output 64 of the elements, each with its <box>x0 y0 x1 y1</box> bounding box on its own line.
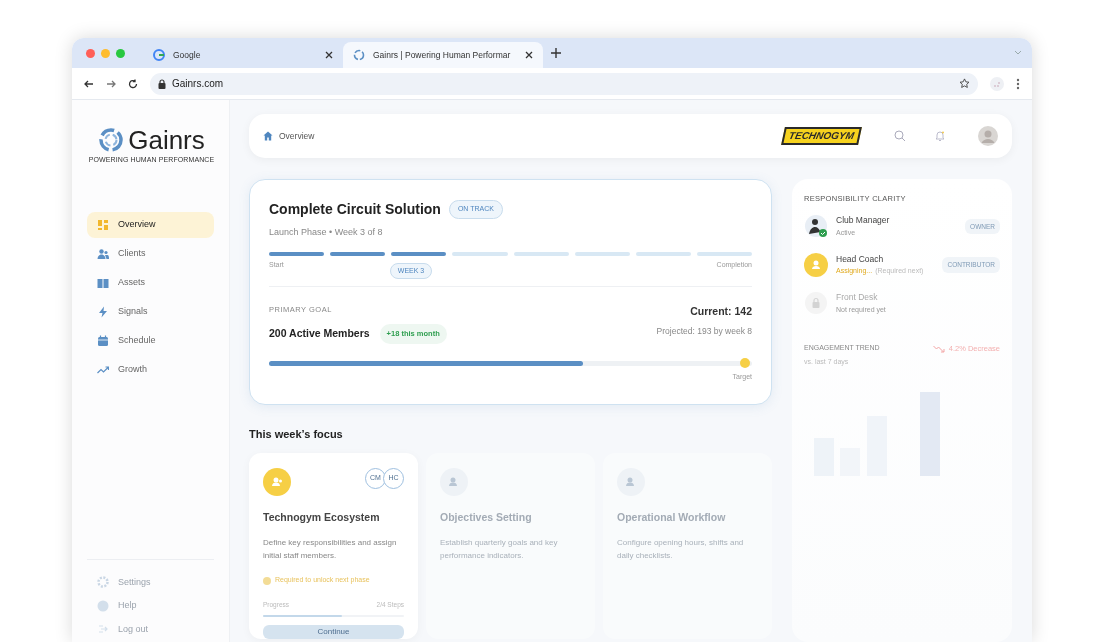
trend-up-icon <box>97 363 109 376</box>
search-icon[interactable] <box>894 130 906 142</box>
lightning-icon <box>97 305 109 318</box>
browser-tab[interactable]: Google <box>143 42 343 68</box>
globe-icon <box>153 49 165 61</box>
avatar-icon[interactable] <box>978 126 998 146</box>
projected-text: Projected: 193 by week 8 <box>656 324 752 338</box>
role-name: Front Desk <box>836 290 879 304</box>
target-marker <box>740 357 750 368</box>
goal-text: 200 Active Members <box>269 326 370 341</box>
forward-arrow-icon[interactable] <box>106 78 116 89</box>
close-icon[interactable] <box>525 51 533 59</box>
dashboard-icon <box>97 218 109 231</box>
calendar-icon <box>97 334 109 347</box>
tab-title: Gainrs | Powering Human Performar <box>373 48 512 62</box>
book-icon <box>97 276 109 289</box>
card-subtitle: Launch Phase • Week 3 of 8 <box>269 226 384 239</box>
brand-name: Gainrs <box>128 126 205 154</box>
home-icon[interactable] <box>263 131 273 141</box>
star-icon[interactable] <box>959 78 970 89</box>
card-title: Technogym Ecosystem <box>263 509 381 525</box>
nav-item[interactable]: Growth <box>87 356 214 383</box>
continue-button[interactable]: Continue <box>263 625 404 639</box>
browser-tab[interactable]: Gainrs | Powering Human Performar <box>343 42 543 68</box>
lock-icon <box>804 290 828 315</box>
partner-logo: TECHNOGYM <box>781 127 862 145</box>
person-avatar-icon <box>804 252 828 277</box>
role-name: Club Manager <box>836 214 891 227</box>
close-icon[interactable] <box>325 51 333 59</box>
nav-item[interactable]: Signals <box>87 298 214 325</box>
nav-item[interactable]: Schedule <box>87 327 214 354</box>
close-window-button[interactable] <box>86 48 95 58</box>
help-icon <box>97 599 109 612</box>
back-arrow-icon[interactable] <box>84 78 94 89</box>
more-menu-icon[interactable] <box>1016 77 1020 90</box>
card-title: Complete Circuit Solution <box>269 200 441 219</box>
person-avatar-icon <box>804 214 828 239</box>
gear-icon <box>97 576 109 589</box>
people-icon <box>617 467 645 496</box>
nav-item[interactable]: Overview <box>87 211 214 238</box>
tab-title: Google <box>173 48 202 62</box>
spiral-logo-icon <box>98 127 125 153</box>
nav-item[interactable]: Assets <box>87 269 214 296</box>
card-title: Objectives Setting <box>440 509 533 525</box>
people-icon <box>440 467 468 496</box>
role-name: Head Coach <box>836 252 885 266</box>
card-description: Define key responsibilities and assign initial staff members. <box>263 537 398 563</box>
breadcrumb[interactable]: Overview <box>279 129 315 143</box>
reload-icon[interactable] <box>128 78 138 89</box>
logout-icon <box>97 623 109 636</box>
lock-icon <box>158 78 166 89</box>
current-value: Current: 142 <box>690 304 752 319</box>
address-field[interactable]: Gainrs.com <box>150 72 978 95</box>
card-description: Establish quarterly goals and key performance indicators. <box>440 537 559 563</box>
spiral-logo-icon <box>353 49 365 61</box>
card-title: Operational Workflow <box>617 509 727 525</box>
card-description: Configure opening hours, shifts and daily checklists. <box>617 537 745 563</box>
trend-down-icon <box>932 344 945 353</box>
plus-icon[interactable] <box>551 48 561 58</box>
nav-item[interactable]: Clients <box>87 240 214 267</box>
people-icon <box>97 247 109 260</box>
people-icon <box>263 467 291 496</box>
chevron-down-icon[interactable] <box>1014 49 1022 55</box>
section-heading: This week’s focus <box>249 427 344 442</box>
